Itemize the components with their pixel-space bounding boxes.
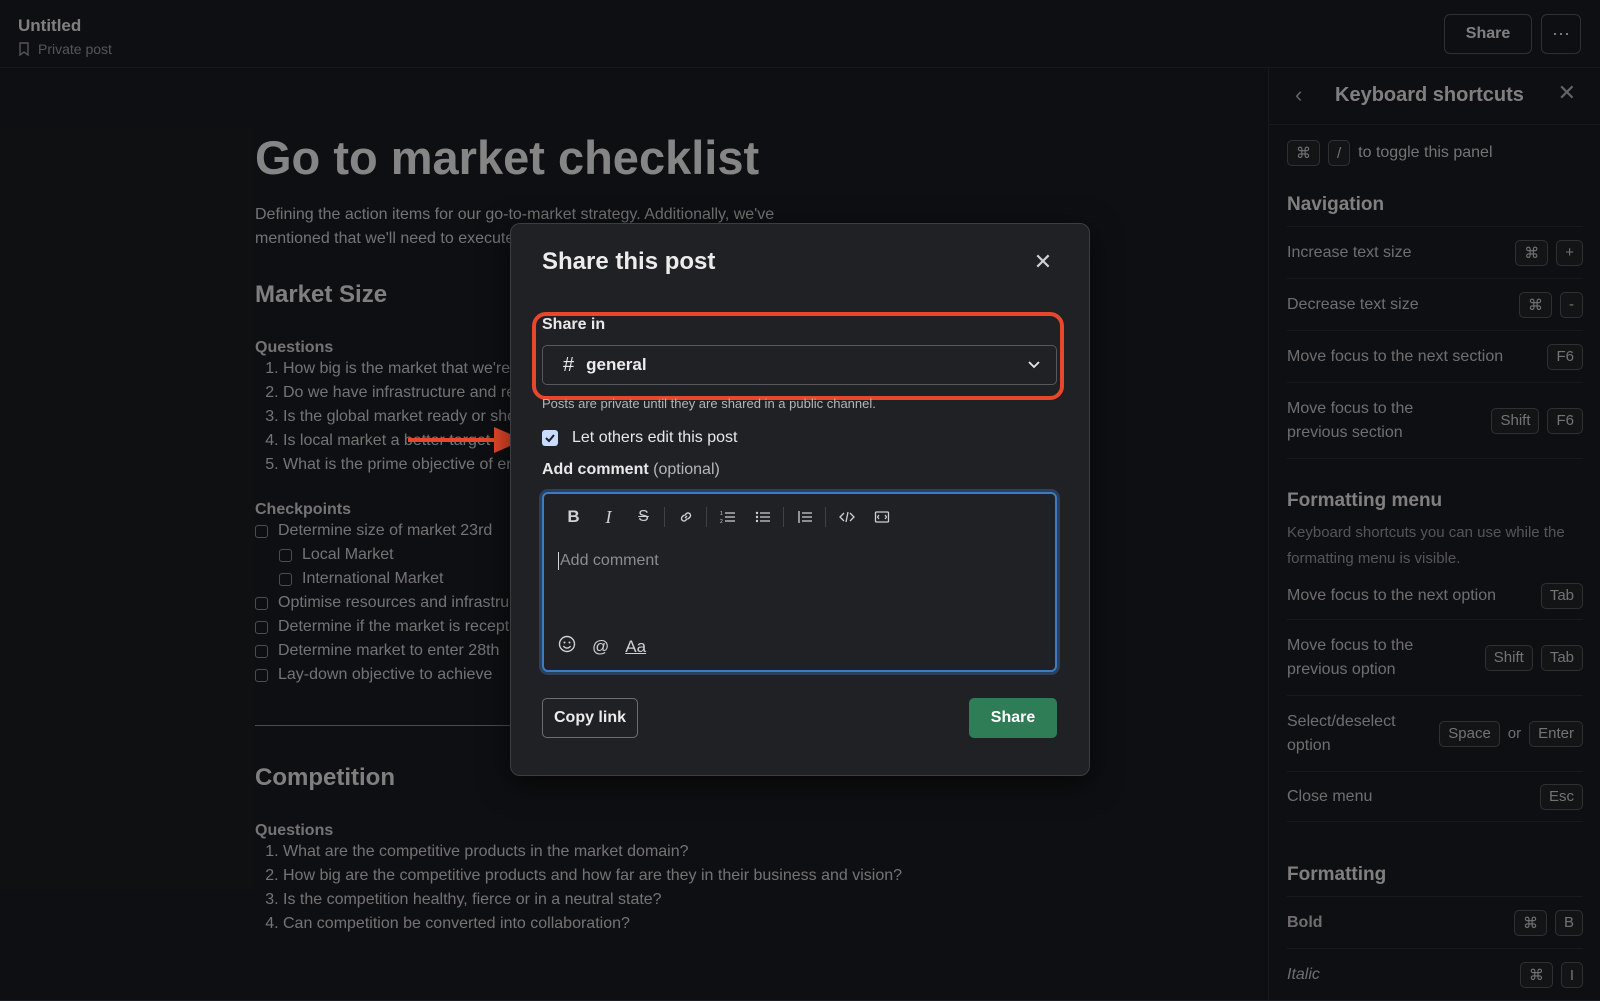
ordered-list-icon[interactable]: 12 xyxy=(710,504,745,530)
strikethrough-icon[interactable]: S xyxy=(626,504,661,530)
editor-footer: @ Aa xyxy=(558,635,646,658)
copy-link-button[interactable]: Copy link xyxy=(542,698,638,738)
comment-editor[interactable]: B I S 12 Add comment @ Aa xyxy=(542,492,1057,672)
let-others-edit-option[interactable]: Let others edit this post xyxy=(542,429,737,447)
bulleted-list-icon[interactable] xyxy=(745,504,780,530)
let-others-edit-label: Let others edit this post xyxy=(572,429,738,446)
svg-text:1: 1 xyxy=(720,511,723,517)
comment-input[interactable]: Add comment xyxy=(558,552,659,570)
add-comment-label-text: Add comment xyxy=(542,461,649,478)
close-icon[interactable]: ✕ xyxy=(1031,250,1055,274)
toolbar-divider xyxy=(825,507,826,527)
dialog-title: Share this post xyxy=(542,248,716,275)
channel-select-value: general xyxy=(586,355,647,374)
hash-icon: # xyxy=(563,353,575,376)
mention-icon[interactable]: @ xyxy=(592,637,609,657)
bold-icon[interactable]: B xyxy=(556,504,591,530)
svg-text:2: 2 xyxy=(720,519,723,525)
share-button[interactable]: Share xyxy=(969,698,1057,738)
add-comment-label: Add comment (optional) xyxy=(542,461,720,479)
channel-select[interactable]: # general xyxy=(542,345,1057,385)
optional-label: (optional) xyxy=(653,461,720,478)
link-icon[interactable] xyxy=(668,504,703,530)
text-format-icon[interactable]: Aa xyxy=(625,637,646,657)
share-post-dialog: Share this post ✕ Share in # general Pos… xyxy=(510,223,1090,776)
blockquote-icon[interactable] xyxy=(787,504,822,530)
toolbar-divider xyxy=(706,507,707,527)
code-block-icon[interactable] xyxy=(864,504,899,530)
privacy-hint: Posts are private until they are shared … xyxy=(542,396,876,411)
formatting-toolbar: B I S 12 xyxy=(556,504,899,530)
let-others-edit-checkbox[interactable] xyxy=(542,430,558,446)
toolbar-divider xyxy=(783,507,784,527)
share-in-label: Share in xyxy=(542,316,606,333)
toolbar-divider xyxy=(664,507,665,527)
code-icon[interactable] xyxy=(829,504,864,530)
chevron-down-icon xyxy=(1028,361,1040,369)
italic-icon[interactable]: I xyxy=(591,504,626,530)
checkmark-icon xyxy=(545,434,555,443)
emoji-icon[interactable] xyxy=(558,635,576,658)
